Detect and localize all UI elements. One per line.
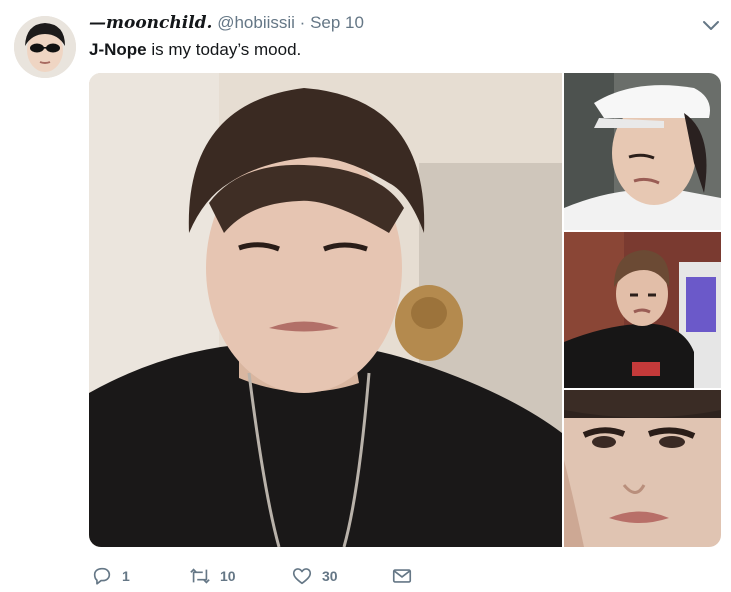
photo-bottom-right[interactable] <box>564 390 721 547</box>
reply-button[interactable]: 1 <box>91 564 130 588</box>
retweet-button[interactable]: 10 <box>189 564 236 588</box>
envelope-icon <box>392 569 412 583</box>
like-button[interactable]: 30 <box>291 564 338 588</box>
avatar[interactable] <box>14 16 76 78</box>
reply-count: 1 <box>122 568 130 584</box>
tweet-timestamp[interactable]: Sep 10 <box>310 13 364 32</box>
tweet-text-rest: is my today’s mood. <box>146 40 302 59</box>
tweet-header: —moonchild. @hobiissii · Sep 10 <box>89 12 364 34</box>
media-grid <box>89 73 721 547</box>
retweet-count: 10 <box>220 568 236 584</box>
display-name[interactable]: —moonchild. <box>89 13 212 33</box>
retweet-icon <box>190 568 210 584</box>
avatar-image <box>14 16 76 78</box>
separator-dot: · <box>299 13 306 32</box>
photo-middle-right[interactable] <box>564 232 721 388</box>
photo-top-right[interactable] <box>564 73 721 230</box>
heart-icon <box>292 568 312 585</box>
user-handle[interactable]: @hobiissii <box>217 13 295 32</box>
like-count: 30 <box>322 568 338 584</box>
photo-main[interactable] <box>89 73 562 547</box>
tweet-text: J-Nope is my today’s mood. <box>89 38 301 62</box>
chevron-down-icon[interactable] <box>700 16 722 34</box>
direct-message-button[interactable] <box>391 564 413 588</box>
tweet-text-bold: J-Nope <box>89 40 147 59</box>
tweet-actions: 1 10 30 <box>89 564 489 590</box>
reply-icon <box>93 567 111 585</box>
